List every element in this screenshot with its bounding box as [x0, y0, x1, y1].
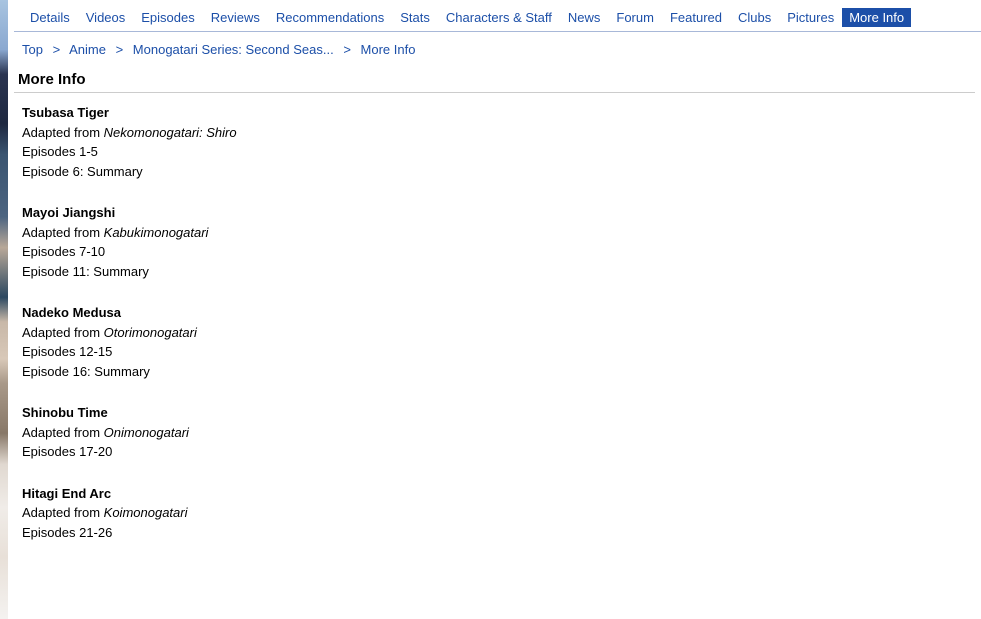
arc-block: Hitagi End Arc Adapted from Koimonogatar…	[22, 484, 973, 543]
arc-title: Nadeko Medusa	[22, 303, 973, 323]
breadcrumb-sep: >	[110, 42, 130, 57]
tab-recommendations[interactable]: Recommendations	[268, 8, 392, 27]
arc-source: Onimonogatari	[104, 425, 189, 440]
arc-adapted: Adapted from Koimonogatari	[22, 503, 973, 523]
breadcrumb-anime[interactable]: Anime	[69, 42, 106, 57]
tab-pictures[interactable]: Pictures	[779, 8, 842, 27]
arc-summary: Episode 6: Summary	[22, 162, 973, 182]
arc-source: Otorimonogatari	[104, 325, 197, 340]
arc-episodes: Episodes 12-15	[22, 342, 973, 362]
breadcrumb-current: More Info	[361, 42, 416, 57]
arc-adapted-prefix: Adapted from	[22, 225, 104, 240]
arc-block: Tsubasa Tiger Adapted from Nekomonogatar…	[22, 103, 973, 181]
tab-videos[interactable]: Videos	[78, 8, 134, 27]
page-title: More Info	[14, 65, 975, 93]
arc-source: Koimonogatari	[104, 505, 188, 520]
arc-source: Nekomonogatari: Shiro	[104, 125, 237, 140]
arc-title: Tsubasa Tiger	[22, 103, 973, 123]
arc-episodes: Episodes 21-26	[22, 523, 973, 543]
arc-block: Mayoi Jiangshi Adapted from Kabukimonoga…	[22, 203, 973, 281]
arc-adapted: Adapted from Kabukimonogatari	[22, 223, 973, 243]
tab-characters-staff[interactable]: Characters & Staff	[438, 8, 560, 27]
tab-more-info[interactable]: More Info	[842, 8, 911, 27]
arc-title: Hitagi End Arc	[22, 484, 973, 504]
arc-block: Nadeko Medusa Adapted from Otorimonogata…	[22, 303, 973, 381]
breadcrumb-sep: >	[47, 42, 67, 57]
breadcrumb-series[interactable]: Monogatari Series: Second Seas...	[133, 42, 334, 57]
arc-summary: Episode 16: Summary	[22, 362, 973, 382]
tab-episodes[interactable]: Episodes	[133, 8, 202, 27]
arc-source: Kabukimonogatari	[104, 225, 209, 240]
tab-reviews[interactable]: Reviews	[203, 8, 268, 27]
arc-adapted: Adapted from Otorimonogatari	[22, 323, 973, 343]
tab-details[interactable]: Details	[22, 8, 78, 27]
arc-adapted: Adapted from Onimonogatari	[22, 423, 973, 443]
arc-episodes: Episodes 17-20	[22, 442, 973, 462]
arc-adapted-prefix: Adapted from	[22, 425, 104, 440]
breadcrumb-sep: >	[337, 42, 357, 57]
arc-adapted-prefix: Adapted from	[22, 125, 104, 140]
tab-stats[interactable]: Stats	[392, 8, 438, 27]
side-image-strip	[0, 0, 8, 619]
tab-news[interactable]: News	[560, 8, 609, 27]
arc-adapted: Adapted from Nekomonogatari: Shiro	[22, 123, 973, 143]
breadcrumb: Top > Anime > Monogatari Series: Second …	[14, 32, 981, 65]
arc-adapted-prefix: Adapted from	[22, 325, 104, 340]
nav-tabs: Details Videos Episodes Reviews Recommen…	[14, 6, 981, 32]
tab-clubs[interactable]: Clubs	[730, 8, 779, 27]
breadcrumb-top[interactable]: Top	[22, 42, 43, 57]
arc-episodes: Episodes 1-5	[22, 142, 973, 162]
arc-block: Shinobu Time Adapted from Onimonogatari …	[22, 403, 973, 462]
arc-episodes: Episodes 7-10	[22, 242, 973, 262]
tab-featured[interactable]: Featured	[662, 8, 730, 27]
arc-title: Shinobu Time	[22, 403, 973, 423]
arc-list: Tsubasa Tiger Adapted from Nekomonogatar…	[14, 103, 981, 542]
arc-summary: Episode 11: Summary	[22, 262, 973, 282]
arc-adapted-prefix: Adapted from	[22, 505, 104, 520]
arc-title: Mayoi Jiangshi	[22, 203, 973, 223]
content-wrapper: Details Videos Episodes Reviews Recommen…	[14, 0, 981, 542]
tab-forum[interactable]: Forum	[608, 8, 662, 27]
